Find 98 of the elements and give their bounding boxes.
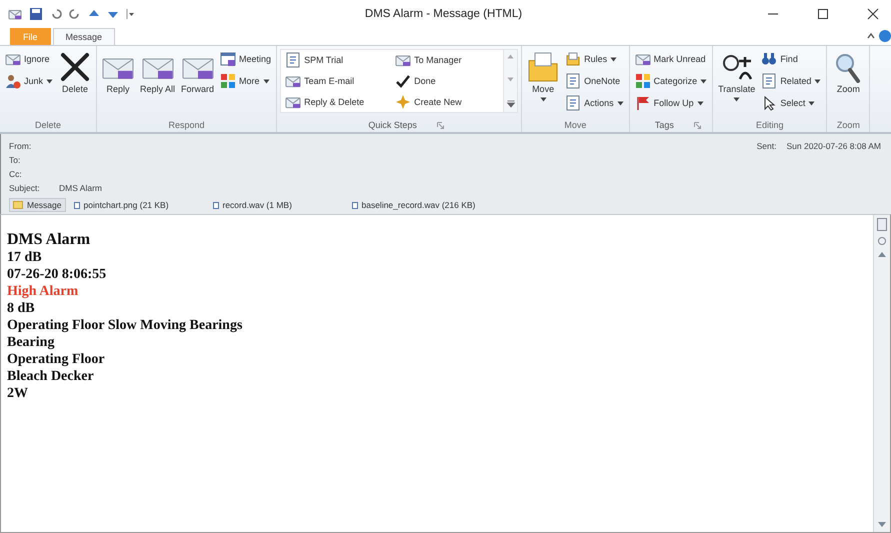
- ribbon-button[interactable]: Reply: [100, 49, 136, 96]
- page-icon[interactable]: [877, 218, 887, 232]
- customize-icon[interactable]: [126, 8, 134, 20]
- ribbon-button[interactable]: Junk: [3, 71, 56, 91]
- more-icon[interactable]: [506, 100, 515, 108]
- categories-icon: [634, 73, 651, 89]
- message-line: 17 dB: [7, 249, 43, 266]
- message-line: Bearing: [7, 334, 56, 351]
- ribbon-button[interactable]: Zoom: [830, 49, 866, 96]
- ribbon-button[interactable]: Find: [759, 49, 824, 69]
- calendar-icon: [220, 51, 236, 67]
- caret-icon: [696, 100, 704, 106]
- ribbon-button[interactable]: Related: [759, 71, 824, 91]
- field-label: To:: [9, 155, 22, 165]
- ribbon-button[interactable]: Mark Unread: [632, 49, 710, 69]
- flag-icon: [634, 95, 651, 111]
- maximize-icon[interactable]: [817, 8, 829, 20]
- quick-step[interactable]: To Manager: [393, 50, 498, 70]
- ribbon-button[interactable]: Move: [525, 49, 562, 103]
- document-icon: [565, 95, 582, 111]
- message-line: Operating Floor: [7, 351, 106, 368]
- caret-icon: [616, 100, 624, 106]
- group-label: Zoom: [836, 120, 860, 130]
- quick-step[interactable]: Done: [393, 71, 498, 91]
- field-label: Sent:: [756, 141, 776, 151]
- group-label: Quick Steps: [367, 120, 417, 130]
- quick-step[interactable]: Create New: [393, 92, 498, 112]
- scroll-up-icon[interactable]: [877, 250, 887, 258]
- field-label: Cc:: [9, 169, 23, 179]
- message-line: 07-26-20 8:06:55: [7, 266, 108, 283]
- ribbon-button[interactable]: Meeting: [218, 49, 274, 69]
- attachment-item[interactable]: Message: [9, 198, 66, 212]
- attachment-item[interactable]: baseline_record.wav (216 KB): [348, 198, 482, 212]
- ribbon-button[interactable]: Select: [759, 93, 824, 113]
- categories-icon: [220, 73, 236, 89]
- message-line: Operating Floor Slow Moving Bearings: [7, 317, 244, 334]
- ribbon-button[interactable]: Ignore: [3, 49, 56, 69]
- field-label: Subject:: [9, 183, 41, 193]
- ribbon-button[interactable]: OneNote: [563, 71, 626, 91]
- delete-icon: [59, 51, 92, 83]
- alert-text: High Alarm: [7, 283, 80, 300]
- ribbon-button[interactable]: Actions: [563, 93, 626, 113]
- dialog-launcher-icon[interactable]: [436, 122, 444, 128]
- close-icon[interactable]: [867, 8, 879, 20]
- binoculars-icon: [761, 51, 778, 67]
- caret-icon: [808, 100, 816, 106]
- file-icon: [212, 202, 218, 208]
- sent-date: Sun 2020-07-26 8:08 AM: [786, 141, 882, 151]
- ribbon-tab[interactable]: Message: [52, 28, 116, 45]
- collapse-icon[interactable]: [867, 32, 875, 40]
- circle-icon[interactable]: [877, 236, 887, 246]
- window-title: DMS Alarm - Message (HTML): [364, 8, 524, 20]
- folder-icon: [527, 51, 560, 83]
- field-label: From:: [9, 141, 32, 151]
- field-value: DMS Alarm: [59, 183, 102, 193]
- caret-icon: [46, 78, 54, 84]
- document-icon: [285, 52, 302, 68]
- caret-icon: [700, 78, 708, 84]
- message-line: Bleach Decker: [7, 368, 95, 385]
- caret-icon: [733, 97, 740, 102]
- caret-icon: [814, 78, 822, 84]
- file-icon: [74, 202, 80, 208]
- group-label: Tags: [654, 120, 674, 130]
- caret-icon: [610, 56, 618, 62]
- ribbon-button[interactable]: Reply All: [138, 49, 178, 96]
- ribbon-button[interactable]: More: [218, 71, 274, 91]
- document-icon: [761, 73, 778, 89]
- group-label: Respond: [168, 120, 205, 130]
- scroll-down-icon[interactable]: [877, 521, 887, 529]
- quick-step[interactable]: SPM Trial: [283, 50, 388, 70]
- caret-icon: [262, 78, 270, 84]
- undo-icon[interactable]: [50, 8, 62, 20]
- quick-step[interactable]: Reply & Delete: [283, 92, 388, 112]
- message-line: DMS Alarm: [7, 230, 92, 249]
- ribbon-button[interactable]: Rules: [563, 49, 626, 69]
- dialog-launcher-icon[interactable]: [694, 122, 701, 128]
- attachment-item[interactable]: pointchart.png (21 KB): [70, 198, 204, 212]
- message-line: 2W: [7, 385, 29, 402]
- sparkle-icon: [395, 94, 412, 110]
- folder-icon: [565, 51, 582, 67]
- document-icon: [565, 73, 582, 89]
- group-label: Editing: [756, 120, 784, 130]
- redo-icon[interactable]: [69, 8, 81, 20]
- save-icon[interactable]: [29, 7, 43, 21]
- ribbon-button[interactable]: Categorize: [632, 71, 710, 91]
- ribbon-button[interactable]: Forward: [179, 49, 216, 96]
- ribbon-button[interactable]: Delete: [57, 49, 94, 96]
- group-label: Delete: [35, 120, 62, 130]
- ribbon-button[interactable]: Translate: [716, 49, 758, 103]
- person-icon: [5, 73, 21, 89]
- group-label: Move: [564, 120, 586, 130]
- caret-icon: [540, 97, 547, 102]
- file-icon: [352, 202, 358, 208]
- check-icon: [395, 73, 412, 89]
- quick-step[interactable]: Team E-mail: [283, 71, 388, 91]
- attachment-item[interactable]: record.wav (1 MB): [208, 198, 344, 212]
- ribbon-button[interactable]: Follow Up: [632, 93, 710, 113]
- message-line: 8 dB: [7, 300, 36, 317]
